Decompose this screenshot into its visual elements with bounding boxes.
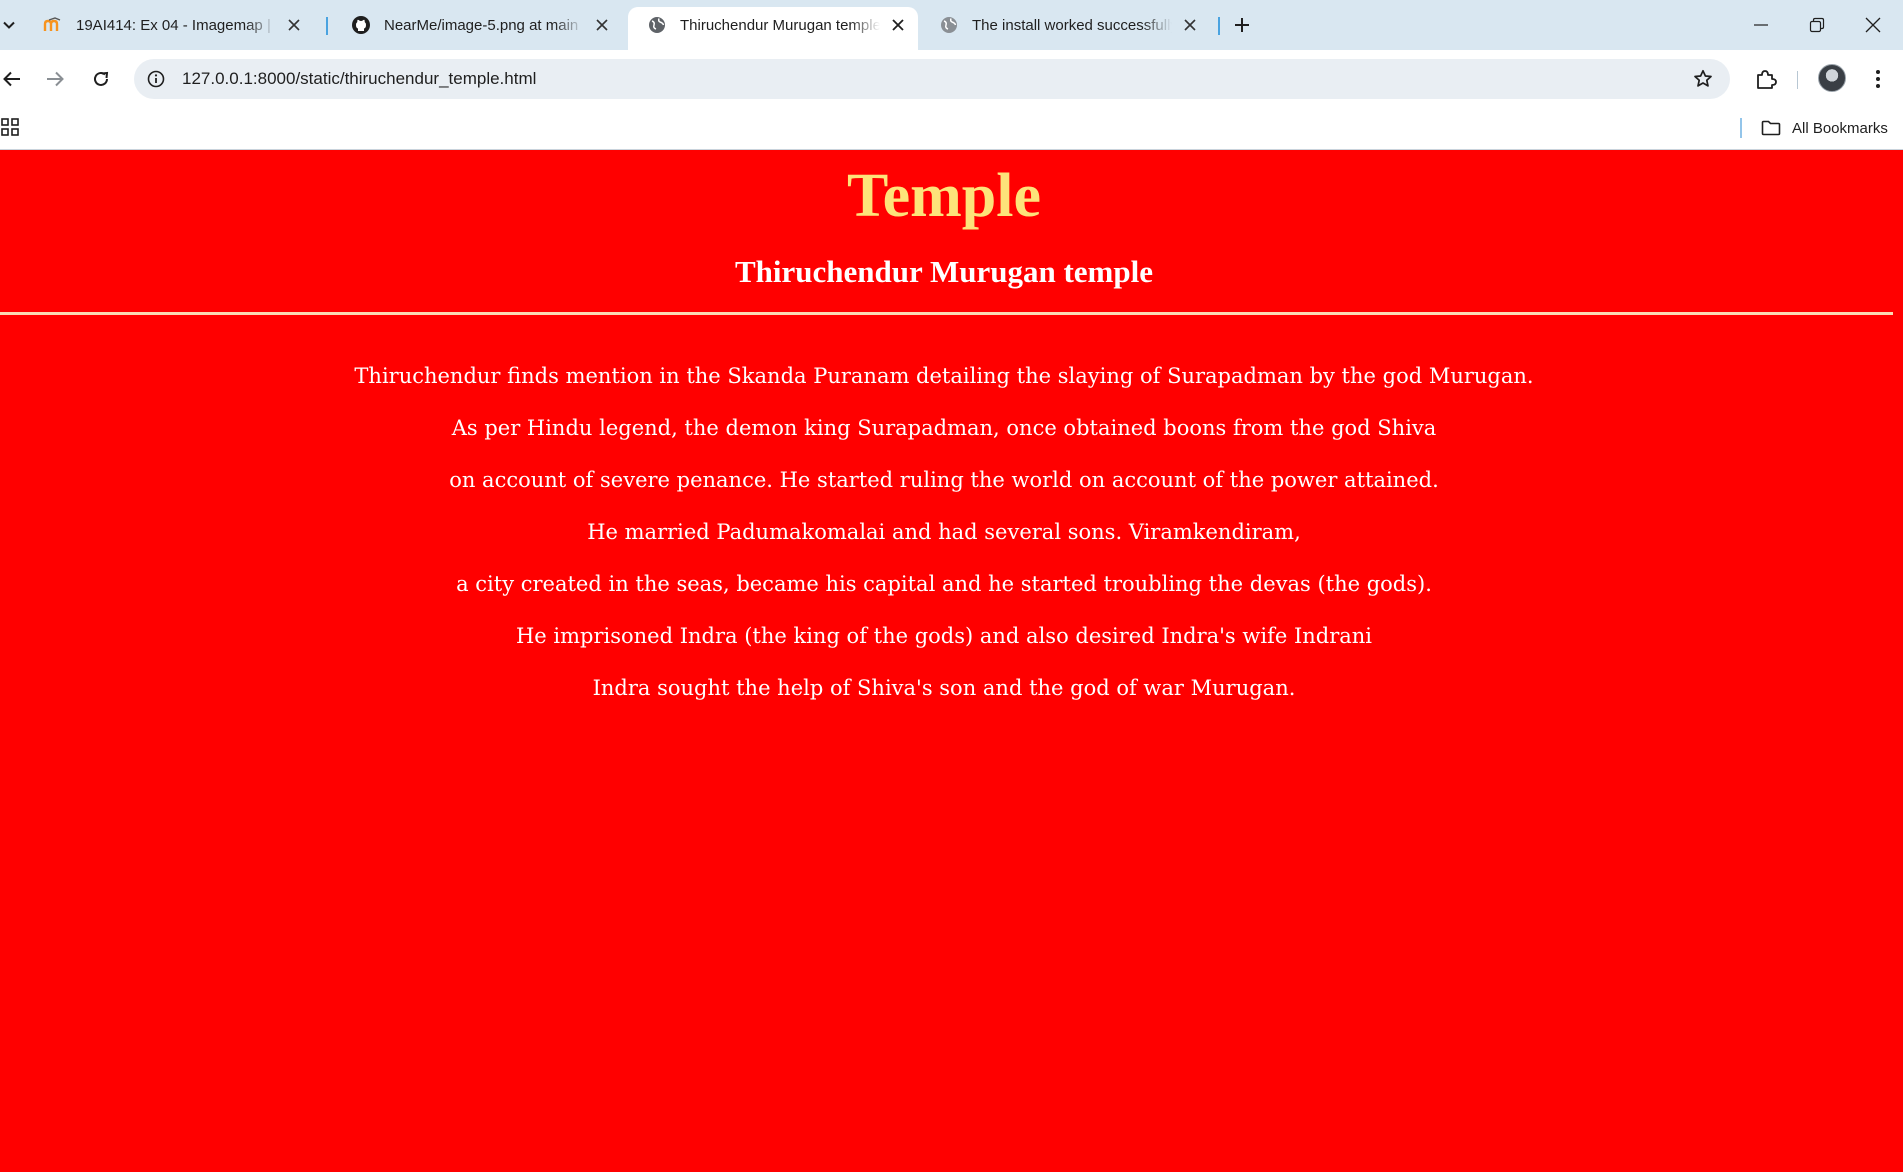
paragraph: He imprisoned Indra (the king of the god… (515, 624, 1373, 648)
tab-install-worked[interactable]: The install worked successfully! (920, 7, 1210, 43)
bookmarks-bar: All Bookmarks (0, 108, 1903, 150)
url-text[interactable]: 127.0.0.1:8000/static/thiruchendur_templ… (182, 69, 536, 89)
more-menu-icon[interactable] (1864, 65, 1892, 93)
paragraph: As per Hindu legend, the demon king Sura… (451, 416, 1437, 440)
tab-strip: 19AI414: Ex 04 - Imagemap | SE NearMe/im… (0, 0, 1903, 50)
paragraph: a city created in the seas, became his c… (456, 572, 1432, 596)
browser-toolbar: 127.0.0.1:8000/static/thiruchendur_templ… (0, 50, 1903, 108)
page-heading: Temple (846, 162, 1042, 230)
close-tab-icon[interactable] (1180, 15, 1200, 35)
site-info-icon[interactable] (145, 68, 167, 90)
paragraph: Thiruchendur finds mention in the Skanda… (354, 364, 1534, 388)
paragraph: He married Padumakomalai and had several… (587, 520, 1301, 544)
globe-icon (938, 14, 960, 36)
back-arrow-icon[interactable] (0, 64, 27, 94)
tab-search-chevron-icon[interactable] (0, 13, 18, 37)
reload-icon[interactable] (86, 64, 116, 94)
tab-title: Thiruchendur Murugan temple (680, 16, 880, 34)
globe-icon (646, 14, 668, 36)
new-tab-plus-icon[interactable] (1230, 13, 1254, 37)
extensions-puzzle-icon[interactable] (1752, 65, 1780, 93)
address-bar[interactable]: 127.0.0.1:8000/static/thiruchendur_templ… (134, 59, 1730, 99)
bookmark-star-icon[interactable] (1692, 68, 1714, 90)
forward-arrow-icon[interactable] (40, 64, 70, 94)
paragraph: on account of severe penance. He started… (449, 468, 1439, 492)
tab-thiruchendur[interactable]: Thiruchendur Murugan temple (628, 7, 918, 50)
page-content: Temple Thiruchendur Murugan temple Thiru… (0, 150, 1903, 1172)
horizontal-rule (0, 312, 1893, 315)
close-tab-icon[interactable] (888, 15, 908, 35)
paragraph: Indra sought the help of Shiva's son and… (592, 676, 1296, 700)
tab-imagemap[interactable]: 19AI414: Ex 04 - Imagemap | SE (24, 7, 314, 43)
all-bookmarks-label: All Bookmarks (1792, 119, 1888, 137)
restore-icon[interactable] (1789, 8, 1845, 42)
moodle-icon (42, 14, 64, 36)
toolbar-divider (1797, 71, 1798, 89)
tab-separator (1218, 17, 1220, 35)
all-bookmarks-button[interactable]: All Bookmarks (1760, 116, 1888, 140)
minimize-icon[interactable] (1733, 8, 1789, 42)
folder-icon (1760, 118, 1782, 138)
tab-title: The install worked successfully! (972, 16, 1172, 34)
tab-title: 19AI414: Ex 04 - Imagemap | SE (76, 16, 276, 34)
tab-github[interactable]: NearMe/image-5.png at main · (332, 7, 622, 43)
tab-title: NearMe/image-5.png at main · (384, 16, 584, 34)
bookmarks-divider (1740, 118, 1742, 138)
apps-grid-icon[interactable] (0, 117, 20, 137)
profile-avatar[interactable] (1818, 64, 1846, 92)
page-subheading: Thiruchendur Murugan temple (735, 254, 1153, 289)
close-tab-icon[interactable] (592, 15, 612, 35)
github-icon (350, 14, 372, 36)
close-tab-icon[interactable] (284, 15, 304, 35)
description-block: Thiruchendur finds mention in the Skanda… (0, 355, 1888, 719)
close-window-icon[interactable] (1845, 8, 1901, 42)
tab-separator (326, 17, 328, 35)
